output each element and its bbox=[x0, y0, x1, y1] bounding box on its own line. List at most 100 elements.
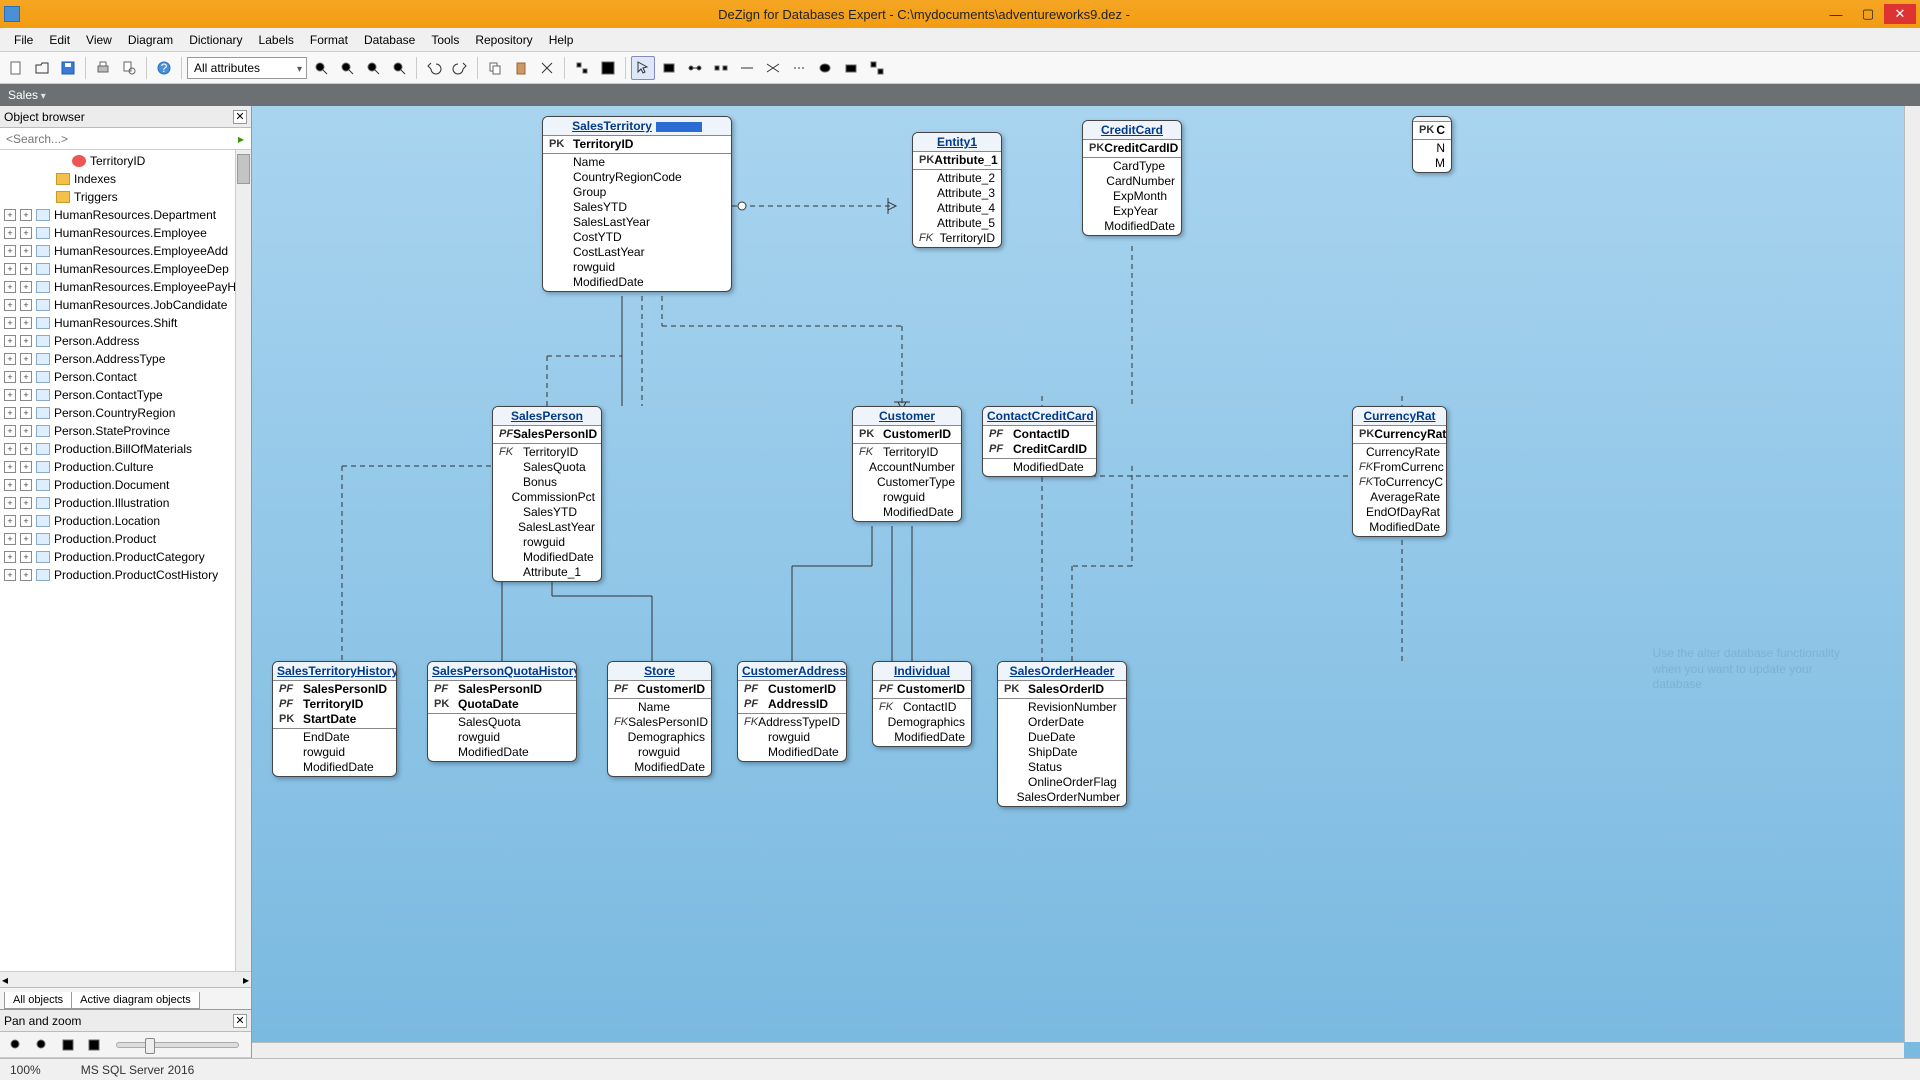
delete-icon[interactable] bbox=[535, 56, 559, 80]
tree-table[interactable]: ++Person.AddressType bbox=[0, 350, 251, 368]
attr-row[interactable]: FKTerritoryID bbox=[853, 445, 961, 460]
attr-row[interactable]: PFAddressID bbox=[738, 697, 846, 712]
canvas-vscrollbar[interactable] bbox=[1904, 106, 1920, 1042]
attr-row[interactable]: SalesLastYear bbox=[493, 520, 601, 535]
entity-customeraddress[interactable]: CustomerAddressPFCustomerIDPFAddressIDFK… bbox=[737, 661, 847, 762]
attr-row[interactable]: ModifiedDate bbox=[543, 275, 731, 290]
relation4-icon[interactable] bbox=[761, 56, 785, 80]
undo-icon[interactable] bbox=[422, 56, 446, 80]
attribute-filter-combo[interactable]: All attributes bbox=[187, 57, 307, 79]
attr-row[interactable]: FKToCurrencyC bbox=[1353, 475, 1446, 490]
minimize-button[interactable]: — bbox=[1820, 4, 1852, 24]
entity-entity1[interactable]: Entity1PKAttribute_1Attribute_2Attribute… bbox=[912, 132, 1002, 248]
attr-row[interactable]: SalesOrderNumber bbox=[998, 790, 1126, 805]
menu-tools[interactable]: Tools bbox=[423, 30, 467, 50]
entity-store[interactable]: StorePFCustomerIDNameFKSalesPersonIDDemo… bbox=[607, 661, 712, 777]
tree-table[interactable]: ++HumanResources.EmployeePayH bbox=[0, 278, 251, 296]
attr-row[interactable]: PFCreditCardID bbox=[983, 442, 1096, 457]
attr-row[interactable]: SalesYTD bbox=[543, 200, 731, 215]
attr-row[interactable]: PFCustomerID bbox=[873, 682, 971, 697]
menu-view[interactable]: View bbox=[78, 30, 120, 50]
pz-zoom-out-icon[interactable] bbox=[32, 1035, 52, 1055]
tree-table[interactable]: ++Person.Address bbox=[0, 332, 251, 350]
attr-row[interactable]: Group bbox=[543, 185, 731, 200]
attr-row[interactable]: Attribute_3 bbox=[913, 186, 1001, 201]
object-tree[interactable]: TerritoryIDIndexesTriggers++HumanResourc… bbox=[0, 150, 251, 971]
attr-row[interactable]: PKCurrencyRat bbox=[1353, 427, 1446, 442]
attr-row[interactable]: FKTerritoryID bbox=[913, 231, 1001, 246]
attr-row[interactable]: SalesYTD bbox=[493, 505, 601, 520]
pz-zoom-slider[interactable] bbox=[116, 1042, 239, 1048]
menu-labels[interactable]: Labels bbox=[251, 30, 302, 50]
entity-contactcreditcard[interactable]: ContactCreditCardPFContactIDPFCreditCard… bbox=[982, 406, 1097, 477]
attr-row[interactable]: PFCustomerID bbox=[738, 682, 846, 697]
attr-row[interactable]: PKQuotaDate bbox=[428, 697, 576, 712]
attr-row[interactable]: FKContactID bbox=[873, 700, 971, 715]
attr-row[interactable]: CardType bbox=[1083, 159, 1181, 174]
note-icon[interactable] bbox=[813, 56, 837, 80]
attr-row[interactable]: PFSalesPersonID bbox=[428, 682, 576, 697]
attr-row[interactable]: FKAddressTypeID bbox=[738, 715, 846, 730]
attr-row[interactable]: CustomerType bbox=[853, 475, 961, 490]
attr-row[interactable]: rowguid bbox=[738, 730, 846, 745]
attr-row[interactable]: FKTerritoryID bbox=[493, 445, 601, 460]
diagram-tab-strip[interactable]: Sales bbox=[0, 84, 1920, 106]
attr-row[interactable]: ShipDate bbox=[998, 745, 1126, 760]
attr-row[interactable]: Attribute_1 bbox=[493, 565, 601, 580]
diagram-tab[interactable]: Sales bbox=[8, 88, 46, 102]
zoom-select-icon[interactable] bbox=[387, 56, 411, 80]
zoom-in-icon[interactable] bbox=[309, 56, 333, 80]
relation5-icon[interactable] bbox=[787, 56, 811, 80]
relation-icon[interactable] bbox=[683, 56, 707, 80]
attr-row[interactable]: AccountNumber bbox=[853, 460, 961, 475]
browser-tab[interactable]: Active diagram objects bbox=[71, 992, 200, 1009]
entity-salespersonquotahistory[interactable]: SalesPersonQuotaHistoryPFSalesPersonIDPK… bbox=[427, 661, 577, 762]
help-icon[interactable]: ? bbox=[152, 56, 176, 80]
attr-row[interactable]: CurrencyRate bbox=[1353, 445, 1446, 460]
attr-row[interactable]: Attribute_5 bbox=[913, 216, 1001, 231]
tree-table[interactable]: ++Production.Location bbox=[0, 512, 251, 530]
tree-node-triggers[interactable]: Triggers bbox=[0, 188, 251, 206]
attr-row[interactable]: rowguid bbox=[273, 745, 396, 760]
maximize-button[interactable]: ▢ bbox=[1852, 4, 1884, 24]
attr-row[interactable]: M bbox=[1413, 156, 1451, 171]
open-icon[interactable] bbox=[30, 56, 54, 80]
attr-row[interactable]: PFSalesPersonID bbox=[273, 682, 396, 697]
tree-scrollbar[interactable] bbox=[235, 150, 251, 971]
attr-row[interactable]: PFContactID bbox=[983, 427, 1096, 442]
relation3-icon[interactable] bbox=[735, 56, 759, 80]
attr-row[interactable]: ModifiedDate bbox=[428, 745, 576, 760]
attr-row[interactable]: rowguid bbox=[543, 260, 731, 275]
attr-row[interactable]: Name bbox=[543, 155, 731, 170]
attr-row[interactable]: CostYTD bbox=[543, 230, 731, 245]
attr-row[interactable]: ModifiedDate bbox=[1083, 219, 1181, 234]
entity-salesorderheader[interactable]: SalesOrderHeaderPKSalesOrderIDRevisionNu… bbox=[997, 661, 1127, 807]
entity-customer[interactable]: CustomerPKCustomerIDFKTerritoryIDAccount… bbox=[852, 406, 962, 522]
tree-scroll-right-icon[interactable]: ▸ bbox=[243, 973, 249, 987]
attr-row[interactable]: AverageRate bbox=[1353, 490, 1446, 505]
tree-table[interactable]: ++Production.ProductCostHistory bbox=[0, 566, 251, 584]
search-go-icon[interactable]: ▸ bbox=[231, 132, 251, 146]
attr-row[interactable]: N bbox=[1413, 141, 1451, 156]
attr-row[interactable]: rowguid bbox=[493, 535, 601, 550]
menu-format[interactable]: Format bbox=[302, 30, 356, 50]
menu-repository[interactable]: Repository bbox=[467, 30, 540, 50]
attr-row[interactable]: PKC bbox=[1413, 123, 1451, 138]
attr-row[interactable]: SalesLastYear bbox=[543, 215, 731, 230]
tree-table[interactable]: ++HumanResources.EmployeeAdd bbox=[0, 242, 251, 260]
attr-row[interactable]: Demographics bbox=[873, 715, 971, 730]
group-icon[interactable] bbox=[865, 56, 889, 80]
attr-row[interactable]: PKAttribute_1 bbox=[913, 153, 1001, 168]
attr-row[interactable]: CostLastYear bbox=[543, 245, 731, 260]
tree-table[interactable]: ++Production.Illustration bbox=[0, 494, 251, 512]
menu-database[interactable]: Database bbox=[356, 30, 423, 50]
tree-table[interactable]: ++HumanResources.Shift bbox=[0, 314, 251, 332]
attr-row[interactable]: ModifiedDate bbox=[738, 745, 846, 760]
attr-row[interactable]: ModifiedDate bbox=[873, 730, 971, 745]
search-input[interactable] bbox=[0, 132, 231, 146]
print-icon[interactable] bbox=[91, 56, 115, 80]
attr-row[interactable]: OrderDate bbox=[998, 715, 1126, 730]
attr-row[interactable]: Demographics bbox=[608, 730, 711, 745]
tree-node-territoryid[interactable]: TerritoryID bbox=[0, 152, 251, 170]
attr-row[interactable]: OnlineOrderFlag bbox=[998, 775, 1126, 790]
